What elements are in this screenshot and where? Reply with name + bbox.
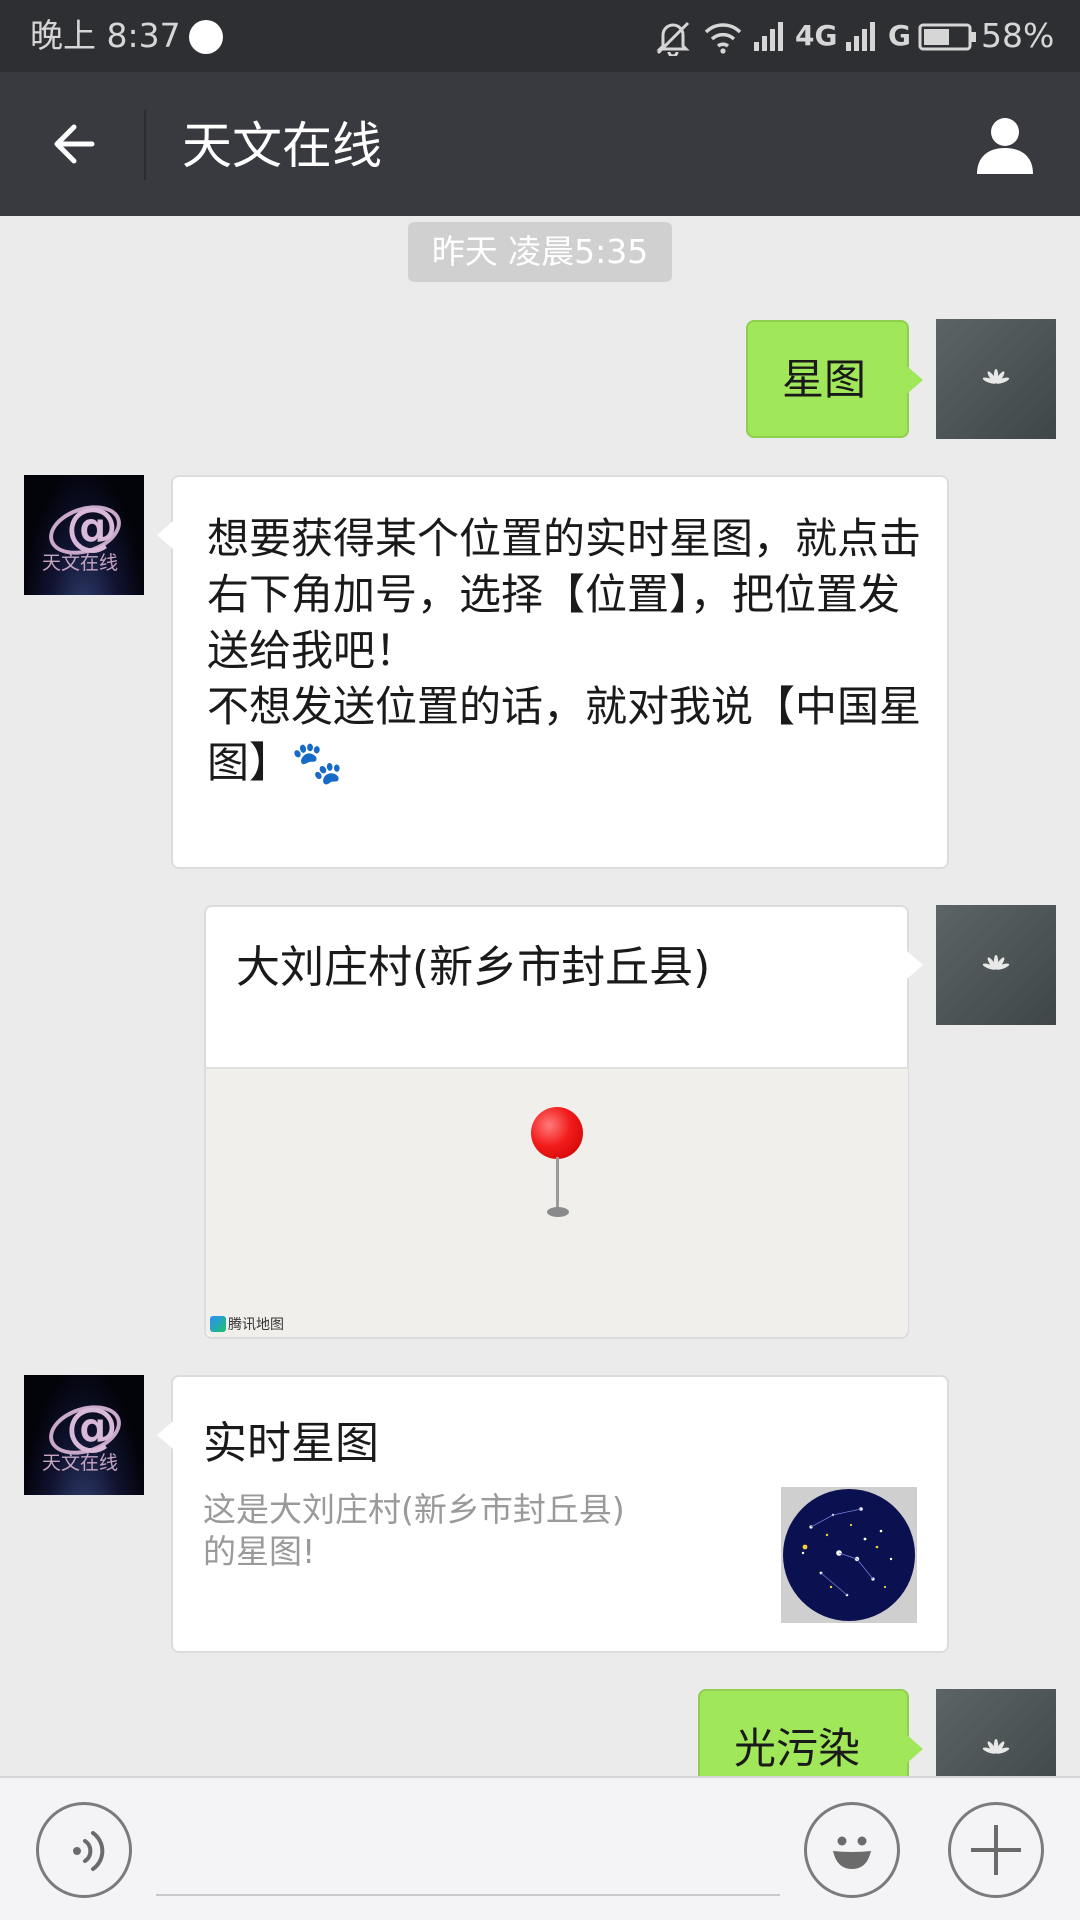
title-divider [144,110,146,180]
title-bar: 天文在线 [0,72,1080,216]
location-message[interactable]: 大刘庄村(新乡市封丘县) 腾讯地图 [204,905,923,1339]
huawei-logo-icon [982,369,1010,384]
emoji-icon [833,1836,871,1869]
back-arrow-icon[interactable] [48,116,104,172]
bot-avatar-text: 天文在线 [42,552,119,574]
link-card-message[interactable]: 实时星图 这是大刘庄村(新乡市封丘县)的星图! [157,1375,949,1653]
chat-timestamp: 昨天 凌晨5:35 [408,222,672,282]
card-title: 实时星图 [203,1418,379,1469]
star-chart-thumbnail [781,1487,917,1623]
location-title: 大刘庄村(新乡市封丘县) [236,942,711,993]
message-bubble-sent[interactable]: 星图 [746,320,923,438]
huawei-logo-icon [982,955,1010,970]
message-text: 星图 [782,355,867,404]
bot-avatar-text: 天文在线 [42,1452,119,1474]
contact-profile-icon[interactable] [973,112,1037,176]
plus-button[interactable] [948,1802,1044,1898]
message-bubble-received[interactable]: 想要获得某个位置的实时星图，就点击右下角加号，选择【位置】，把位置发送给我吧！ … [157,475,949,869]
wifi-icon [704,23,742,54]
tencent-map-icon [210,1316,226,1332]
map-pin-stick [556,1157,559,1211]
signal-icon [754,22,783,51]
emoji-button[interactable] [804,1802,900,1898]
battery-percent: 58% [981,16,1055,55]
message-paragraph: 不想发送位置的话，就对我说【中国星图】🐾 [207,682,922,787]
my-avatar[interactable] [936,319,1056,439]
voice-button[interactable] [36,1802,132,1898]
location-map-preview[interactable]: 腾讯地图 [206,1067,908,1337]
mute-bell-icon [656,21,690,56]
notification-dot-icon [189,20,223,54]
message-input[interactable] [156,1894,780,1896]
network-type-2: G [888,19,911,52]
bot-avatar[interactable]: @ 天文在线 [24,1375,144,1495]
status-time: 晚上 8:37 [30,16,181,55]
huawei-logo-icon [982,1739,1010,1754]
map-pin-icon [531,1107,583,1159]
map-brand-label: 腾讯地图 [228,1317,284,1333]
status-bar: 晚上 8:37 4G G 58% [0,0,1080,72]
plus-icon [971,1825,1021,1875]
map-brand: 腾讯地图 [210,1315,284,1335]
message-paragraph: 想要获得某个位置的实时星图，就点击右下角加号，选择【位置】，把位置发送给我吧！ [207,514,922,675]
my-avatar[interactable] [936,905,1056,1025]
at-logo-icon: @ [66,1397,118,1457]
bot-avatar[interactable]: @ 天文在线 [24,475,144,595]
network-type: 4G [795,19,838,52]
voice-icon [73,1831,105,1871]
chat-title: 天文在线 [182,117,382,175]
message-text: 想要获得某个位置的实时星图，就点击右下角加号，选择【位置】，把位置发送给我吧！ … [207,511,927,791]
card-description: 这是大刘庄村(新乡市封丘县)的星图! [203,1490,625,1571]
at-logo-icon: @ [66,497,118,557]
message-text: 光污染 [734,1724,861,1773]
battery-icon [918,23,976,51]
map-pin-base [547,1207,569,1217]
signal-icon-2 [846,22,875,51]
input-bar [0,1776,1080,1920]
star-chart-icon [781,1487,917,1623]
